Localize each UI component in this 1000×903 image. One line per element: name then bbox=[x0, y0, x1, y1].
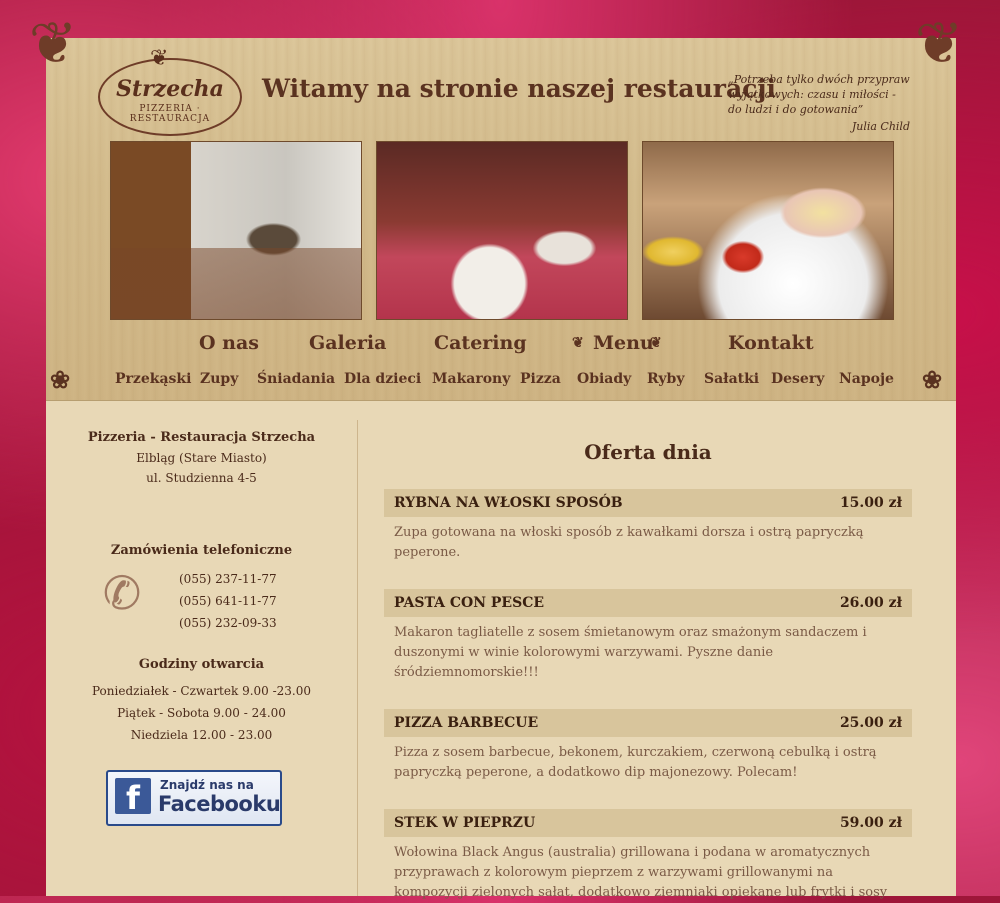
offer-price: 15.00 zł bbox=[839, 495, 902, 511]
facebook-button[interactable]: f Znajdź nas na Facebooku bbox=[106, 770, 282, 826]
hours-line: Niedziela 12.00 - 23.00 bbox=[130, 728, 273, 742]
offer-price: 59.00 zł bbox=[839, 815, 902, 831]
page: ❦ Strzecha PIZZERIA · RESTAURACJA Witamy… bbox=[46, 38, 956, 900]
logo[interactable]: ❦ Strzecha PIZZERIA · RESTAURACJA bbox=[98, 46, 242, 136]
offer-name: PASTA CON PESCE bbox=[394, 595, 545, 611]
photo-interior bbox=[110, 141, 362, 320]
right-flourish-icon: ❀ bbox=[922, 365, 943, 394]
logo-name: Strzecha bbox=[116, 76, 224, 102]
offer-desc: Zupa gotowana na włoski sposób z kawałka… bbox=[394, 525, 864, 560]
nav-catering[interactable]: Catering bbox=[434, 332, 527, 354]
hours-line: Poniedziałek - Czwartek 9.00 -23.00 bbox=[91, 684, 312, 698]
hours-line: Piątek - Sobota 9.00 - 24.00 bbox=[117, 706, 286, 720]
hours-heading: Godziny otwarcia bbox=[138, 657, 265, 672]
phone-number[interactable]: (055) 237-11-77 bbox=[179, 568, 277, 590]
subnav-ryby[interactable]: Ryby bbox=[647, 371, 684, 387]
facebook-line2: Facebooku bbox=[158, 792, 281, 816]
phone-number[interactable]: (055) 641-11-77 bbox=[179, 590, 277, 612]
hours-list: Poniedziałek - Czwartek 9.00 -23.00 Piąt… bbox=[46, 680, 357, 746]
offer-bar: RYBNA NA WŁOSKI SPOSÓB 15.00 zł bbox=[384, 489, 912, 517]
facebook-icon: f bbox=[115, 778, 151, 817]
header: ❦ Strzecha PIZZERIA · RESTAURACJA Witamy… bbox=[46, 38, 956, 401]
offer-item: PASTA CON PESCE 26.00 zł Makaron tagliat… bbox=[384, 589, 912, 683]
quote-author: Julia Child bbox=[851, 120, 910, 133]
phone-list: (055) 237-11-77 (055) 641-11-77 (055) 23… bbox=[179, 568, 277, 634]
page-title: Witamy na stronie naszej restauracji bbox=[262, 74, 776, 103]
nav-galeria[interactable]: Galeria bbox=[309, 332, 386, 354]
main-nav: O nas Galeria Catering ❦ Menu ❦ Kontakt bbox=[46, 332, 956, 356]
offer-desc: Pizza z sosem barbecue, bekonem, kurczak… bbox=[394, 745, 877, 780]
subnav-desery[interactable]: Desery bbox=[771, 371, 824, 387]
offer-name: RYBNA NA WŁOSKI SPOSÓB bbox=[394, 495, 623, 511]
offer-desc: Makaron tagliatelle z sosem śmietanowym … bbox=[394, 625, 867, 680]
offer-item: PIZZA BARBECUE 25.00 zł Pizza z sosem ba… bbox=[384, 709, 912, 783]
offer-bar: PIZZA BARBECUE 25.00 zł bbox=[384, 709, 912, 737]
main-content: Oferta dnia RYBNA NA WŁOSKI SPOSÓB 15.00… bbox=[384, 420, 912, 900]
facebook-line1: Znajdź nas na bbox=[160, 778, 254, 792]
offer-item: STEK W PIEPRZU 59.00 zł Wołowina Black A… bbox=[384, 809, 912, 903]
subnav-pizza[interactable]: Pizza bbox=[520, 371, 561, 387]
restaurant-name: Pizzeria - Restauracja Strzecha bbox=[87, 430, 316, 445]
offer-price: 25.00 zł bbox=[839, 715, 902, 731]
nav-o-nas[interactable]: O nas bbox=[199, 332, 259, 354]
menu-left-ornament-icon: ❦ bbox=[572, 335, 584, 351]
offer-bar: STEK W PIEPRZU 59.00 zł bbox=[384, 809, 912, 837]
sidebar: Pizzeria - Restauracja Strzecha Elbląg (… bbox=[46, 420, 358, 896]
nav-menu[interactable]: Menu bbox=[593, 332, 654, 354]
quote-text: „Potrzeba tylko dwóch przypraw wyjątkowy… bbox=[728, 73, 910, 116]
phone-heading: Zamówienia telefoniczne bbox=[110, 543, 293, 558]
offer-heading: Oferta dnia bbox=[584, 440, 712, 464]
offer-name: PIZZA BARBECUE bbox=[394, 715, 539, 731]
subnav-zupy[interactable]: Zupy bbox=[200, 371, 238, 387]
offer-price: 26.00 zł bbox=[839, 595, 902, 611]
crown-ornament-icon: ❦ bbox=[150, 46, 169, 71]
top-left-flourish-icon: ❦ bbox=[28, 9, 78, 77]
left-flourish-icon: ❀ bbox=[50, 365, 71, 394]
city: Elbląg (Stare Miasto) bbox=[136, 451, 267, 465]
phone-number[interactable]: (055) 232-09-33 bbox=[179, 612, 277, 634]
photo-table-setting bbox=[376, 141, 628, 320]
address-block: Pizzeria - Restauracja Strzecha Elbląg (… bbox=[46, 430, 357, 485]
phone-icon: ✆ bbox=[102, 566, 142, 620]
menu-right-ornament-icon: ❦ bbox=[650, 335, 662, 351]
subnav-przekaski[interactable]: Przekąski bbox=[115, 371, 191, 387]
sub-nav: ❀ Przekąski Zupy Śniadania Dla dzieci Ma… bbox=[46, 365, 956, 394]
subnav-dla-dzieci[interactable]: Dla dzieci bbox=[344, 371, 421, 387]
offer-name: STEK W PIEPRZU bbox=[394, 815, 536, 831]
subnav-obiady[interactable]: Obiady bbox=[577, 371, 631, 387]
quote: „Potrzeba tylko dwóch przypraw wyjątkowy… bbox=[728, 72, 910, 134]
nav-kontakt[interactable]: Kontakt bbox=[728, 332, 814, 354]
offer-desc: Wołowina Black Angus (australia) grillow… bbox=[394, 845, 888, 900]
subnav-sniadania[interactable]: Śniadania bbox=[257, 371, 335, 387]
street: ul. Studzienna 4-5 bbox=[146, 471, 257, 485]
subnav-napoje[interactable]: Napoje bbox=[839, 371, 894, 387]
logo-subtitle: PIZZERIA · RESTAURACJA bbox=[129, 104, 211, 124]
subnav-makarony[interactable]: Makarony bbox=[432, 371, 510, 387]
photo-dish bbox=[642, 141, 894, 320]
top-right-flourish-icon: ❦ bbox=[914, 9, 964, 77]
subnav-salatki[interactable]: Sałatki bbox=[704, 371, 759, 387]
offer-item: RYBNA NA WŁOSKI SPOSÓB 15.00 zł Zupa got… bbox=[384, 489, 912, 563]
offer-bar: PASTA CON PESCE 26.00 zł bbox=[384, 589, 912, 617]
